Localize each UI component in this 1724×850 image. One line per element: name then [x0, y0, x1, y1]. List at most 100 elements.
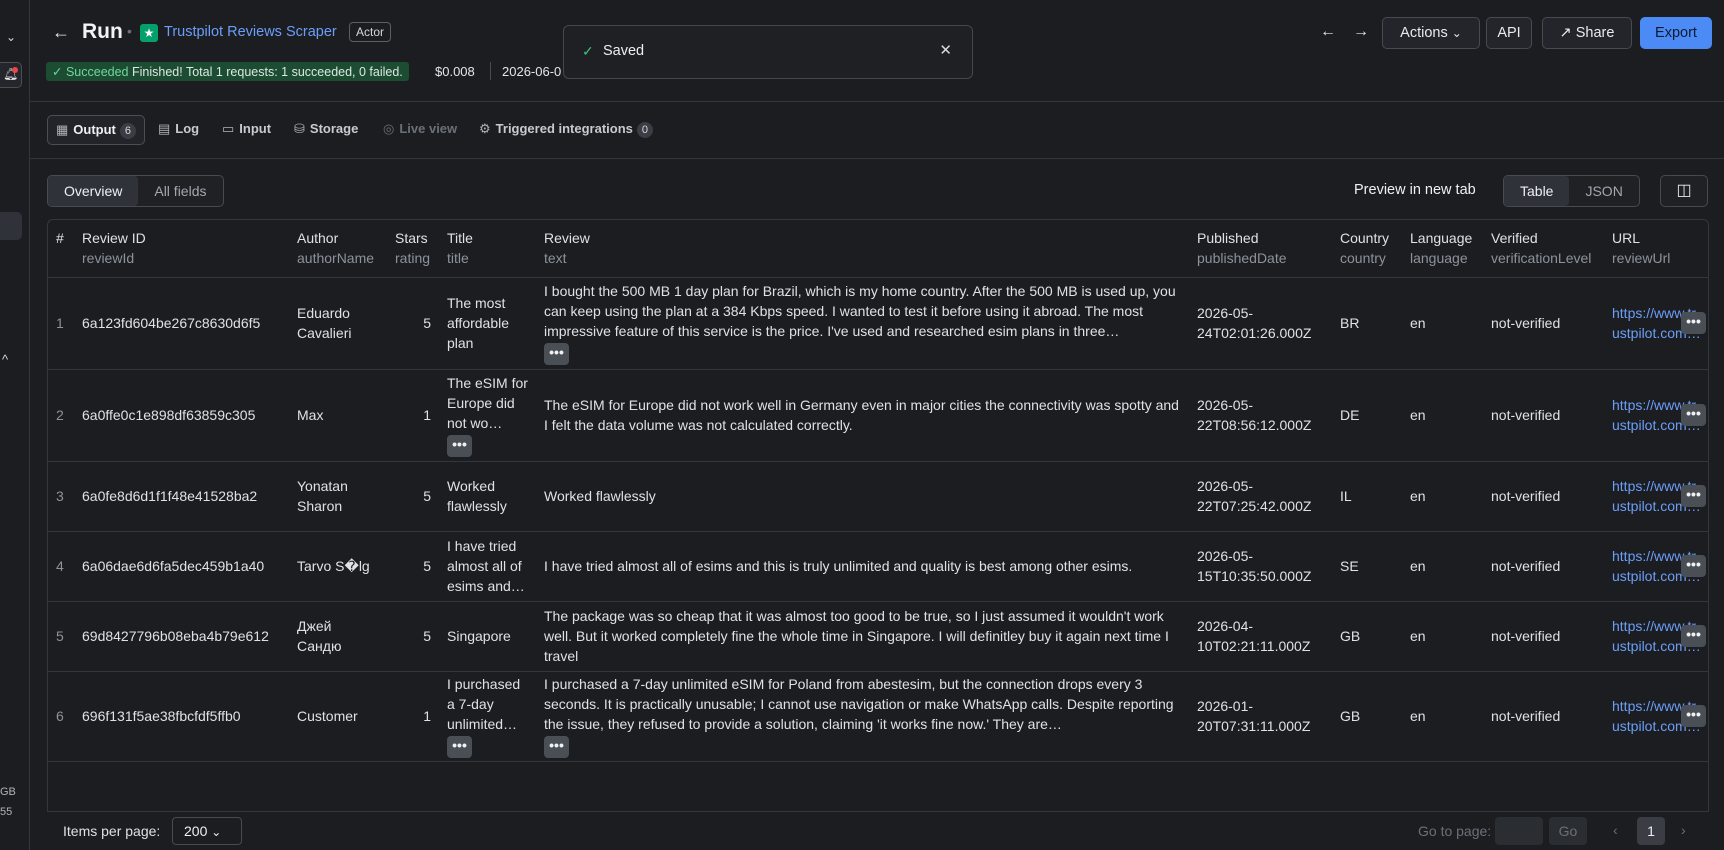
column-key: rating: [395, 250, 431, 266]
notifications-button[interactable]: 🔔︎: [0, 62, 22, 88]
cell-country: BR: [1332, 277, 1402, 370]
cell-url[interactable]: https://www.trustpilot.com… •••: [1604, 277, 1708, 370]
expand-more-button[interactable]: •••: [447, 736, 472, 758]
expand-more-button[interactable]: •••: [1681, 312, 1706, 334]
next-page-icon[interactable]: ›: [1681, 822, 1686, 838]
cell-text: 3: [56, 488, 64, 504]
column-header[interactable]: Stars rating: [387, 220, 439, 278]
cell-author: Yonatan Sharon: [289, 461, 387, 532]
cell-num: 6: [48, 671, 74, 762]
table-row[interactable]: 3 6a0fe8d6d1f1f48e41528ba2 Yonatan Sharon 5…: [48, 461, 1708, 532]
table-row[interactable]: 5 69d8427796b08eba4b79e612 Джей Сандю 5 Sing…: [48, 601, 1708, 672]
tab-storage[interactable]: ⛁ Storage: [286, 115, 366, 145]
api-button[interactable]: API: [1486, 17, 1532, 49]
chevron-up-icon[interactable]: ^: [2, 352, 24, 367]
tab-label: Log: [175, 121, 200, 136]
table-row[interactable]: 2 6a0ffe0c1e898df63859c305 Max 1 The eSIM fo…: [48, 369, 1708, 462]
column-header[interactable]: Review text: [536, 220, 1189, 278]
actions-button[interactable]: Actions ⌄: [1382, 17, 1480, 49]
cell-country: GB: [1332, 601, 1402, 672]
items-per-page-select[interactable]: 200 ⌄: [172, 817, 242, 845]
tab-output[interactable]: ▦ Output 6: [47, 115, 145, 145]
cell-title: Singapore: [439, 601, 536, 672]
prev-run-arrow-icon[interactable]: ←: [1320, 23, 1336, 41]
column-label: #: [56, 230, 64, 246]
goto-page-input[interactable]: [1495, 817, 1543, 845]
next-run-arrow-icon[interactable]: →: [1353, 23, 1369, 41]
cell-url[interactable]: https://www.trustpilot.com… •••: [1604, 671, 1708, 762]
go-button[interactable]: Go: [1549, 817, 1587, 845]
column-header[interactable]: Verified verificationLevel: [1483, 220, 1604, 278]
back-arrow-icon[interactable]: ←: [52, 22, 70, 43]
cell-text: en: [1410, 488, 1426, 504]
side-nav-selected-item[interactable]: [0, 212, 22, 240]
expand-more-button[interactable]: •••: [447, 435, 472, 457]
cell-text: 696f131f5ae38fbcfdf5ffb0: [82, 708, 241, 724]
all-fields-toggle[interactable]: All fields: [138, 176, 222, 206]
cell-url[interactable]: https://www.trustpilot.com… •••: [1604, 601, 1708, 672]
close-icon[interactable]: ✕: [939, 41, 952, 59]
tab-live-view[interactable]: ◎ Live view: [375, 115, 465, 145]
expand-more-button[interactable]: •••: [544, 343, 569, 365]
preview-new-tab-link[interactable]: Preview in new tab: [1354, 182, 1476, 198]
share-button[interactable]: ↗ Share: [1542, 17, 1632, 49]
expand-more-button[interactable]: •••: [1681, 625, 1706, 647]
column-header[interactable]: URL reviewUrl: [1604, 220, 1708, 278]
json-toggle[interactable]: JSON: [1569, 176, 1638, 206]
cell-text: IL: [1340, 488, 1352, 504]
cell-num: 5: [48, 601, 74, 672]
expand-more-button[interactable]: •••: [544, 736, 569, 758]
saved-toast: ✓ Saved ✕: [563, 25, 973, 79]
prev-page-icon[interactable]: ‹: [1613, 822, 1618, 838]
overview-toggle[interactable]: Overview: [48, 176, 139, 206]
column-header[interactable]: Language language: [1402, 220, 1483, 278]
trustpilot-star-icon: ★: [140, 24, 158, 42]
cell-author: Customer: [289, 671, 387, 762]
cell-num: 2: [48, 369, 74, 462]
tab-log[interactable]: ▤ Log: [150, 115, 207, 145]
chevron-down-icon[interactable]: ⌄: [6, 30, 28, 44]
expand-more-button[interactable]: •••: [1681, 404, 1706, 426]
tab-input[interactable]: ▭ Input: [214, 115, 279, 145]
actor-link[interactable]: Trustpilot Reviews Scraper: [164, 24, 337, 40]
column-key: text: [544, 250, 567, 266]
cell-text: 2026-05-24T02:01:26.000Z: [1197, 305, 1312, 341]
cell-text: en: [1410, 558, 1426, 574]
table-row[interactable]: 1 6a123fd604be267c8630d6f5 Eduardo Cavalie…: [48, 277, 1708, 370]
share-label: Share: [1575, 25, 1615, 41]
cell-review: Worked flawlessly: [536, 461, 1189, 532]
output-table: # Review ID reviewId Author authorName Stars r…: [47, 219, 1709, 811]
column-header[interactable]: Review ID reviewId: [74, 220, 289, 278]
cell-url[interactable]: https://www.trustpilot.com… •••: [1604, 531, 1708, 602]
cell-num: 4: [48, 531, 74, 602]
table-toggle[interactable]: Table: [1504, 176, 1570, 206]
column-label: Published: [1197, 230, 1259, 246]
table-row[interactable]: 6 696f131f5ae38fbcfdf5ffb0 Customer 1 I purc…: [48, 671, 1708, 762]
expand-more-button[interactable]: •••: [1681, 555, 1706, 577]
check-icon: ✓: [582, 43, 594, 59]
column-key: reviewUrl: [1612, 250, 1671, 266]
cell-url[interactable]: https://www.trustpilot.com… •••: [1604, 461, 1708, 532]
table-row[interactable]: 4 6a06dae6d6fa5dec459b1a40 Tarvo S�lg 5 I ha…: [48, 531, 1708, 602]
expand-more-button[interactable]: •••: [1681, 485, 1706, 507]
column-header[interactable]: Author authorName: [289, 220, 387, 278]
cell-url[interactable]: https://www.trustpilot.com… •••: [1604, 369, 1708, 462]
tab-triggered-integrations[interactable]: ⚙ Triggered integrations 0: [471, 115, 661, 145]
cell-published: 2026-05-15T10:35:50.000Z: [1189, 531, 1332, 602]
column-header[interactable]: Country country: [1332, 220, 1402, 278]
cell-review: The package was so cheap that it was alm…: [536, 601, 1189, 672]
cell-verified: not-verified: [1483, 531, 1604, 602]
page-number-current[interactable]: 1: [1637, 817, 1665, 845]
export-button[interactable]: Export: [1640, 17, 1712, 49]
tab-label: Triggered integrations: [495, 121, 633, 136]
column-header[interactable]: #: [48, 220, 74, 278]
actions-label: Actions: [1400, 25, 1448, 41]
column-header[interactable]: Title title: [439, 220, 536, 278]
cell-text: 2026-04-10T02:21:11.000Z: [1197, 618, 1311, 654]
column-header[interactable]: Published publishedDate: [1189, 220, 1332, 278]
cell-published: 2026-05-22T08:56:12.000Z: [1189, 369, 1332, 462]
layout-toggle-button[interactable]: ◫: [1660, 175, 1708, 207]
cell-text: BR: [1340, 315, 1360, 331]
expand-more-button[interactable]: •••: [1681, 705, 1706, 727]
items-per-page-label: Items per page:: [63, 823, 161, 839]
